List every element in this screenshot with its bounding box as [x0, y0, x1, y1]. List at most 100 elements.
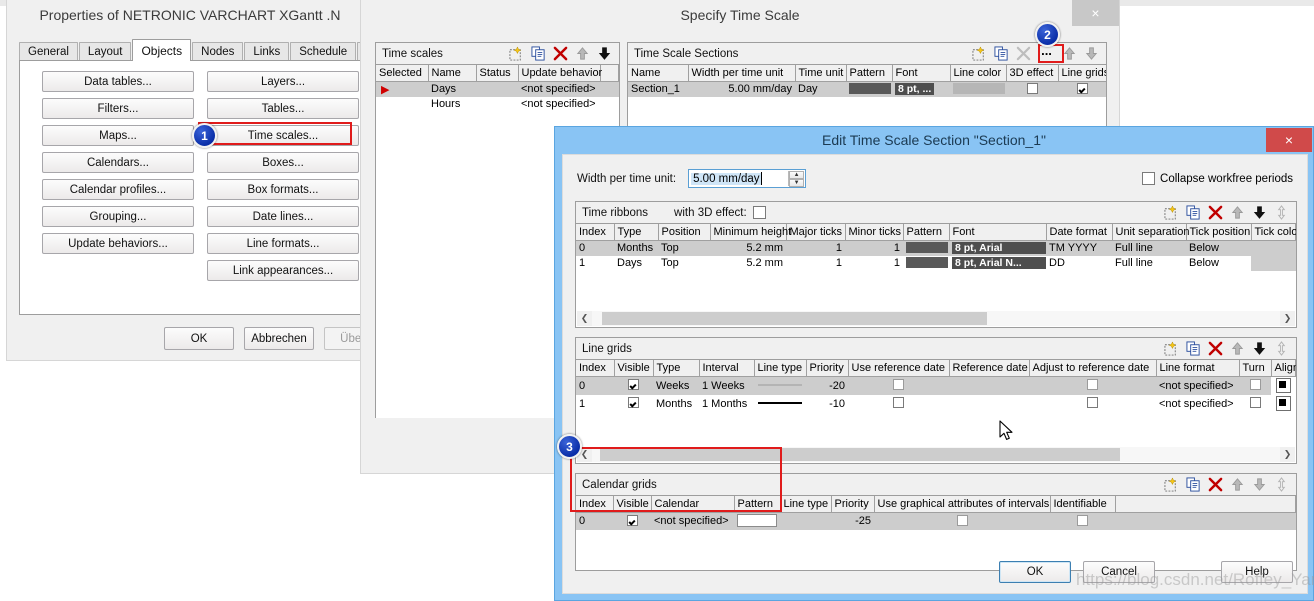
col-font[interactable]: Font	[949, 224, 1047, 241]
visible-checkbox[interactable]	[628, 397, 639, 408]
tables-button[interactable]: Tables...	[207, 98, 359, 119]
visible-checkbox[interactable]	[628, 379, 639, 390]
link-appearances-button[interactable]: Link appearances...	[207, 260, 359, 281]
new-icon[interactable]	[972, 46, 987, 61]
col-use-graphical-attributes[interactable]: Use graphical attributes of intervals	[874, 496, 1051, 513]
date-lines-button[interactable]: Date lines...	[207, 206, 359, 227]
col-tick-position[interactable]: Tick position	[1186, 224, 1252, 241]
move-down-icon[interactable]	[1084, 46, 1099, 61]
new-icon[interactable]	[1164, 341, 1179, 356]
table-row[interactable]: 0 Weeks 1 Weeks -20 <not specified>	[576, 376, 1296, 395]
scroll-right-icon[interactable]: ❯	[1280, 447, 1295, 462]
col-tick-color[interactable]: Tick color	[1251, 224, 1296, 241]
col-line-format[interactable]: Line format	[1156, 360, 1240, 377]
delete-icon[interactable]	[1208, 341, 1223, 356]
col-status[interactable]: Status	[476, 65, 519, 82]
col-turn[interactable]: Turn	[1239, 360, 1272, 377]
width-per-time-unit-input[interactable]: 5.00 mm/day ▲ ▼	[688, 169, 807, 188]
col-3d-effect[interactable]: 3D effect	[1006, 65, 1059, 82]
box-formats-button[interactable]: Box formats...	[207, 179, 359, 200]
col-width-per-time-unit[interactable]: Width per time unit	[688, 65, 796, 82]
col-line-type[interactable]: Line type	[780, 496, 832, 513]
time-ribbons-3d-checkbox[interactable]	[752, 206, 766, 219]
collapse-workfree-periods-field[interactable]: Collapse workfree periods	[1142, 172, 1293, 185]
copy-icon[interactable]	[994, 46, 1009, 61]
col-line-type[interactable]: Line type	[754, 360, 807, 377]
col-index[interactable]: Index	[576, 360, 615, 377]
col-major-ticks[interactable]: Major ticks	[786, 224, 846, 241]
collapse-workfree-checkbox[interactable]	[1142, 172, 1156, 185]
table-row[interactable]: Hours <not specified>	[376, 97, 619, 112]
new-icon[interactable]	[1164, 205, 1179, 220]
properties-ok-button[interactable]: OK	[164, 327, 234, 350]
col-adjust-to-reference-date[interactable]: Adjust to reference date	[1029, 360, 1157, 377]
move-down-icon[interactable]	[1252, 341, 1267, 356]
col-position[interactable]: Position	[658, 224, 711, 241]
line-grids-grid[interactable]: Index Visible Type Interval Line type Pr…	[576, 360, 1296, 446]
alignment-dropdown[interactable]	[1275, 395, 1291, 411]
tab-schedule[interactable]: Schedule	[290, 42, 357, 61]
time-scales-button[interactable]: Time scales...	[207, 125, 359, 146]
col-pattern[interactable]: Pattern	[734, 496, 781, 513]
scroll-thumb[interactable]	[602, 312, 987, 325]
table-row[interactable]: Section_1 5.00 mm/day Day 8 pt, ...	[628, 81, 1106, 97]
col-visible[interactable]: Visible	[614, 360, 654, 377]
calendars-button[interactable]: Calendars...	[42, 152, 194, 173]
col-alignment[interactable]: Alignme	[1271, 360, 1296, 377]
col-line-color[interactable]: Line color	[950, 65, 1007, 82]
time-ribbons-hscrollbar[interactable]: ❮ ❯	[577, 311, 1295, 326]
close-icon[interactable]: ×	[1072, 0, 1119, 26]
move-down-icon[interactable]	[597, 46, 612, 61]
col-index[interactable]: Index	[576, 224, 615, 241]
quantity-stepper[interactable]: ▲ ▼	[788, 171, 805, 187]
tab-nodes[interactable]: Nodes	[192, 42, 244, 61]
new-icon[interactable]	[1164, 477, 1179, 492]
col-selected[interactable]: Selected	[376, 65, 429, 82]
table-row[interactable]: 1 Days Top 5.2 mm 1 1 8 pt, Arial N... D…	[576, 255, 1296, 271]
layers-button[interactable]: Layers...	[207, 71, 359, 92]
col-pattern[interactable]: Pattern	[846, 65, 893, 82]
line-grids-hscrollbar[interactable]: ❮ ❯	[577, 447, 1295, 462]
close-icon[interactable]: ×	[1266, 128, 1312, 152]
ellipsis-icon[interactable]: ...	[1038, 44, 1055, 61]
col-update-behavior[interactable]: Update behavior	[518, 65, 602, 82]
filters-button[interactable]: Filters...	[42, 98, 194, 119]
col-line-grids[interactable]: Line grids	[1058, 65, 1106, 82]
adjust-reference-date-checkbox[interactable]	[1087, 397, 1098, 408]
copy-icon[interactable]	[1186, 477, 1201, 492]
use-graphical-attributes-checkbox[interactable]	[956, 514, 968, 526]
data-tables-button[interactable]: Data tables...	[42, 71, 194, 92]
move-up-icon[interactable]	[1230, 341, 1245, 356]
grouping-button[interactable]: Grouping...	[42, 206, 194, 227]
col-type[interactable]: Type	[653, 360, 700, 377]
turn-checkbox[interactable]	[1249, 397, 1261, 408]
alignment-dropdown[interactable]	[1275, 377, 1291, 393]
three-d-effect-checkbox[interactable]	[1026, 82, 1038, 94]
move-down-icon[interactable]	[1252, 477, 1267, 492]
copy-icon[interactable]	[1186, 341, 1201, 356]
table-row[interactable]: ▶ Days <not specified>	[376, 81, 619, 97]
use-reference-date-checkbox[interactable]	[893, 379, 904, 390]
move-up-icon[interactable]	[575, 46, 590, 61]
visible-checkbox[interactable]	[626, 514, 638, 526]
properties-tabstrip[interactable]: General Layout Objects Nodes Links Sched…	[19, 39, 411, 64]
col-minimum-height[interactable]: Minimum height	[710, 224, 791, 241]
time-ribbons-grid[interactable]: Index Type Position Minimum height Major…	[576, 224, 1296, 310]
stepper-down-icon[interactable]: ▼	[789, 179, 805, 187]
new-icon[interactable]	[509, 46, 524, 61]
copy-icon[interactable]	[1186, 205, 1201, 220]
maps-button[interactable]: Maps...	[42, 125, 194, 146]
col-priority[interactable]: Priority	[806, 360, 849, 377]
move-up-icon[interactable]	[1230, 477, 1245, 492]
calendar-profiles-button[interactable]: Calendar profiles...	[42, 179, 194, 200]
tab-objects[interactable]: Objects	[132, 39, 192, 61]
boxes-button[interactable]: Boxes...	[207, 152, 359, 173]
col-unit-separation[interactable]: Unit separation	[1112, 224, 1190, 241]
col-identifiable[interactable]: Identifiable	[1050, 496, 1116, 513]
col-type[interactable]: Type	[614, 224, 659, 241]
col-date-format[interactable]: Date format	[1046, 224, 1113, 241]
use-reference-date-checkbox[interactable]	[893, 397, 904, 408]
col-use-reference-date[interactable]: Use reference date	[848, 360, 950, 377]
col-calendar[interactable]: Calendar	[651, 496, 735, 513]
tab-layout[interactable]: Layout	[78, 42, 132, 61]
